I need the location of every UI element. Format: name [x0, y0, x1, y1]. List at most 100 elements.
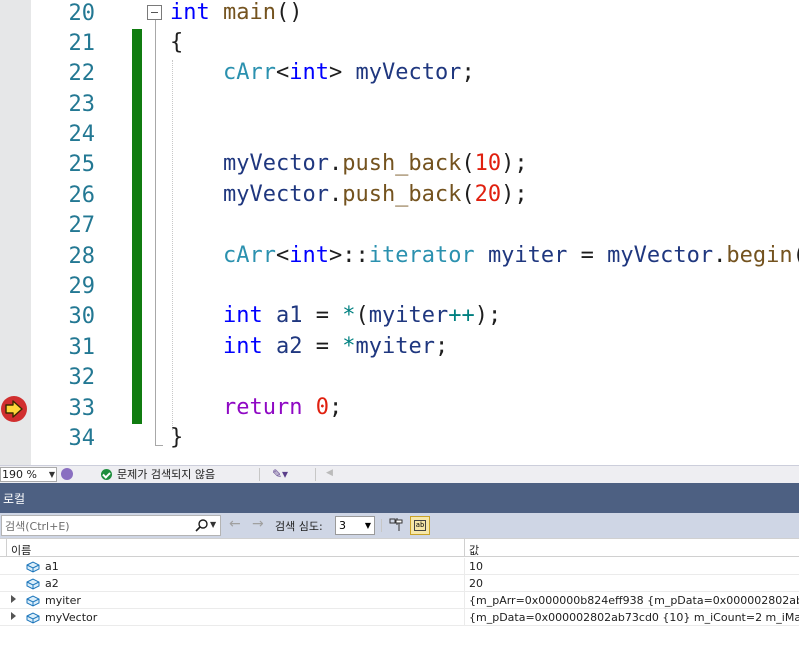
line-number-gutter: 20 21 22 23 24 25 26 27 28 29 30 31 32 3…	[31, 0, 96, 465]
punctuation: ();	[793, 243, 799, 268]
punctuation: .	[713, 243, 727, 268]
locals-grid: 이름 값 a1 10 a2 20 myiter {m_pArr=0x000000…	[0, 538, 799, 646]
line-number: 23	[68, 92, 96, 117]
expand-arrow-icon[interactable]	[11, 612, 16, 620]
line-number: 22	[68, 61, 96, 86]
search-depth-dropdown[interactable]: 3 ▼	[335, 516, 375, 535]
punctuation: );	[501, 182, 528, 207]
code-line-20[interactable]: int main()	[170, 0, 302, 28]
locals-row-a1[interactable]: a1 10	[0, 558, 799, 575]
code-line-26[interactable]: myVector.push_back(20);	[170, 180, 528, 210]
line-number: 26	[68, 183, 96, 208]
variable-cube-icon	[26, 577, 40, 590]
code-line-21[interactable]: {	[170, 28, 183, 58]
local-value[interactable]: 10	[469, 560, 799, 573]
close-brace: }	[170, 425, 184, 450]
collapse-outline-icon[interactable]	[147, 5, 162, 20]
code-line-22[interactable]: cArr<int> myVector;	[170, 58, 475, 88]
cell-separator	[464, 575, 465, 592]
line-number: 31	[68, 335, 96, 360]
code-line-30[interactable]: int a1 = *(myiter++);	[170, 301, 501, 331]
type-name: cArr	[222, 60, 276, 85]
issues-status[interactable]: 문제가 검색되지 않음	[117, 467, 215, 482]
locals-window-title: 로컬	[3, 492, 26, 506]
column-separator[interactable]	[6, 539, 7, 557]
variable: myVector	[607, 243, 714, 268]
keyword: int	[289, 60, 329, 85]
forward-arrow-icon[interactable]: →	[252, 516, 264, 532]
column-header-name[interactable]: 이름	[11, 542, 31, 558]
open-brace: {	[170, 30, 184, 55]
code-line-33[interactable]: return 0;	[170, 393, 342, 423]
code-line-31[interactable]: int a2 = *myiter;	[170, 332, 448, 362]
current-statement-arrow-icon	[1, 396, 27, 422]
hex-display-toggle-button[interactable]: ab	[410, 516, 430, 535]
locals-window-title-bar[interactable]: 로컬	[0, 483, 799, 513]
punctuation: >	[328, 60, 343, 85]
zoom-value: 190 %	[2, 468, 37, 481]
line-number: 30	[68, 304, 96, 329]
chevron-down-icon[interactable]: ▼	[210, 520, 216, 529]
chevron-down-icon: ▼	[48, 470, 55, 479]
column-header-value[interactable]: 값	[469, 542, 479, 558]
changes-margin-bar	[132, 29, 142, 424]
chevron-down-icon: ▼	[364, 521, 371, 530]
cell-separator	[464, 592, 465, 609]
keyword: return	[222, 395, 303, 420]
line-number: 33	[68, 396, 96, 421]
pin-icon[interactable]	[388, 517, 404, 533]
number-literal: 10	[474, 151, 502, 176]
code-cleanup-brush-icon[interactable]: ✎▾	[272, 467, 288, 481]
zoom-dropdown[interactable]: 190 % ▼	[0, 467, 57, 482]
search-icon[interactable]	[195, 517, 209, 534]
code-line-34[interactable]: }	[170, 423, 183, 453]
variable: myVector	[355, 60, 462, 85]
function-name: main	[223, 0, 276, 25]
punctuation: (	[355, 303, 369, 328]
separator	[315, 468, 316, 481]
variable-cube-icon	[26, 594, 40, 607]
locals-row-myvector[interactable]: myVector {m_pData=0x000002802ab73cd0 {10…	[0, 609, 799, 626]
local-value[interactable]: 20	[469, 577, 799, 590]
keyword: int	[289, 243, 329, 268]
code-health-icon[interactable]	[61, 468, 73, 480]
local-value[interactable]: {m_pData=0x000002802ab73cd0 {10} m_iCoun…	[469, 611, 799, 624]
variable: a2	[275, 334, 303, 359]
expand-arrow-icon[interactable]	[11, 595, 16, 603]
check-circle-icon	[101, 469, 112, 480]
function-name: push_back	[342, 182, 462, 207]
line-number: 32	[68, 365, 96, 390]
keyword: int	[222, 334, 263, 359]
operator: *	[342, 303, 356, 328]
variable: a1	[275, 303, 303, 328]
local-name: a1	[45, 560, 59, 573]
variable: myiter	[355, 334, 435, 359]
operator: =	[302, 334, 343, 359]
code-line-28[interactable]: cArr<int>::iterator myiter = myVector.be…	[170, 241, 799, 271]
cell-separator	[464, 609, 465, 626]
cell-separator	[464, 558, 465, 575]
locals-toolbar: ▼ ← → 검색 심도: 3▼ ab	[0, 513, 799, 538]
locals-row-myiter[interactable]: myiter {m_pArr=0x000000b824eff938 {m_pDa…	[0, 592, 799, 609]
line-number: 34	[68, 426, 96, 451]
code-editor[interactable]: 20 21 22 23 24 25 26 27 28 29 30 31 32 3…	[0, 0, 799, 465]
hex-icon: ab	[414, 520, 426, 531]
type-name: iterator	[368, 243, 475, 268]
line-number: 21	[68, 31, 96, 56]
local-value[interactable]: {m_pArr=0x000000b824eff938 {m_pData=0x00…	[469, 594, 799, 607]
column-separator[interactable]	[464, 539, 465, 557]
local-name: myVector	[45, 611, 98, 624]
search-depth-value: 3	[339, 519, 346, 532]
back-arrow-icon[interactable]: ←	[229, 516, 241, 532]
number-literal: 0	[315, 395, 329, 420]
scroll-left-icon[interactable]: ◀	[326, 468, 333, 478]
search-box[interactable]: ▼	[1, 515, 221, 536]
punctuation: .	[328, 182, 343, 207]
locals-row-a2[interactable]: a2 20	[0, 575, 799, 592]
variable: myVector	[222, 151, 329, 176]
scope-operator: ::	[342, 243, 369, 268]
code-line-25[interactable]: myVector.push_back(10);	[170, 149, 528, 179]
search-input[interactable]	[5, 518, 190, 534]
type-name: cArr	[222, 243, 276, 268]
code-text[interactable]: int main() { cArr<int> myVector; myVecto…	[170, 0, 799, 465]
